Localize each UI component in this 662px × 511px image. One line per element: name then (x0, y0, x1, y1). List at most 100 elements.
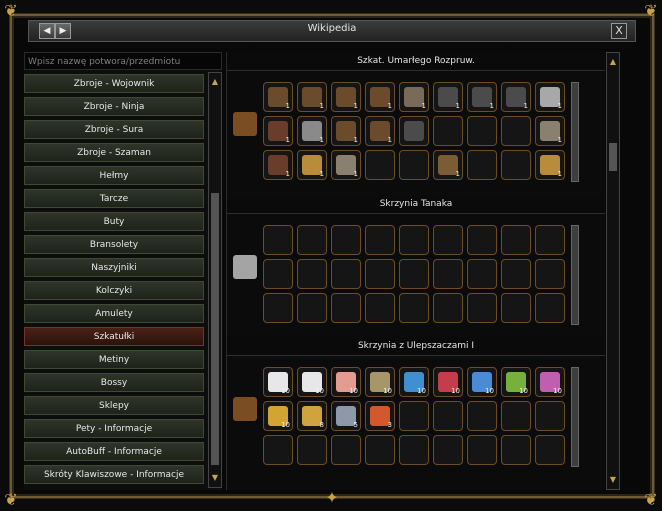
item-slot[interactable] (331, 259, 361, 289)
category-item[interactable]: AutoBuff - Informacje (24, 442, 204, 461)
item-slot[interactable]: 5 (331, 401, 361, 431)
item-slot[interactable]: 1 (331, 150, 361, 180)
item-slot[interactable] (501, 225, 531, 255)
section-scrollbar[interactable] (571, 367, 579, 467)
item-slot[interactable]: 10 (263, 367, 293, 397)
item-slot[interactable] (263, 225, 293, 255)
section-scrollbar[interactable] (571, 225, 579, 325)
item-slot[interactable]: 1 (399, 82, 429, 112)
item-slot[interactable] (535, 401, 565, 431)
item-slot[interactable]: 1 (467, 82, 497, 112)
category-item[interactable]: Bransolety (24, 235, 204, 254)
right-scrollbar[interactable]: ▲ ▼ (606, 52, 620, 490)
item-slot[interactable] (297, 435, 327, 465)
category-item[interactable]: Amulety (24, 304, 204, 323)
item-slot[interactable]: 1 (433, 82, 463, 112)
category-item[interactable]: Pety - Informacje (24, 419, 204, 438)
category-item[interactable]: Buty (24, 212, 204, 231)
search-input[interactable]: Wpisz nazwę potwora/przedmiotu (24, 52, 222, 70)
item-slot[interactable]: 1 (535, 150, 565, 180)
category-item[interactable]: Szkatułki (24, 327, 204, 346)
item-slot[interactable] (331, 225, 361, 255)
item-slot[interactable] (365, 225, 395, 255)
item-slot[interactable] (263, 435, 293, 465)
item-slot[interactable] (433, 435, 463, 465)
item-slot[interactable] (501, 435, 531, 465)
scroll-down-icon[interactable]: ▼ (608, 475, 618, 485)
category-item[interactable]: Bossy (24, 373, 204, 392)
item-slot[interactable] (263, 293, 293, 323)
item-slot[interactable] (399, 259, 429, 289)
item-slot[interactable]: 1 (535, 82, 565, 112)
item-slot[interactable] (535, 293, 565, 323)
item-slot[interactable] (467, 150, 497, 180)
item-slot[interactable] (501, 401, 531, 431)
item-slot[interactable]: 1 (297, 116, 327, 146)
item-slot[interactable]: 3 (365, 401, 395, 431)
item-slot[interactable]: 10 (263, 401, 293, 431)
scroll-down-icon[interactable]: ▼ (210, 473, 220, 483)
item-slot[interactable] (297, 225, 327, 255)
item-slot[interactable]: 1 (535, 116, 565, 146)
item-slot[interactable] (399, 293, 429, 323)
item-slot[interactable] (399, 116, 429, 146)
category-item[interactable]: Zbroje - Sura (24, 120, 204, 139)
item-slot[interactable] (399, 150, 429, 180)
item-slot[interactable] (535, 259, 565, 289)
item-slot[interactable]: 10 (331, 367, 361, 397)
scroll-up-icon[interactable]: ▲ (210, 77, 220, 87)
right-scroll-thumb[interactable] (609, 143, 617, 171)
item-slot[interactable] (467, 225, 497, 255)
item-slot[interactable] (365, 150, 395, 180)
item-slot[interactable] (331, 293, 361, 323)
category-item[interactable]: Kolczyki (24, 281, 204, 300)
item-slot[interactable] (365, 293, 395, 323)
item-slot[interactable] (399, 401, 429, 431)
item-slot[interactable]: 10 (365, 367, 395, 397)
item-slot[interactable] (433, 259, 463, 289)
item-slot[interactable]: 1 (365, 82, 395, 112)
item-slot[interactable] (501, 259, 531, 289)
item-slot[interactable] (535, 435, 565, 465)
scroll-up-icon[interactable]: ▲ (608, 57, 618, 67)
item-slot[interactable] (467, 401, 497, 431)
section-scrollbar[interactable] (571, 82, 579, 182)
item-slot[interactable] (297, 293, 327, 323)
item-slot[interactable] (433, 401, 463, 431)
item-slot[interactable] (467, 435, 497, 465)
item-slot[interactable] (467, 259, 497, 289)
category-item[interactable]: Metiny (24, 350, 204, 369)
item-slot[interactable] (433, 225, 463, 255)
item-slot[interactable] (365, 259, 395, 289)
item-slot[interactable] (535, 225, 565, 255)
item-slot[interactable]: 1 (263, 150, 293, 180)
item-slot[interactable]: 8 (297, 401, 327, 431)
category-item[interactable]: Skróty Klawiszowe - Informacje (24, 465, 204, 484)
close-button[interactable]: X (611, 23, 627, 39)
item-slot[interactable]: 10 (297, 367, 327, 397)
category-item[interactable]: Zbroje - Ninja (24, 97, 204, 116)
left-scroll-thumb[interactable] (211, 193, 219, 465)
category-item[interactable]: Zbroje - Szaman (24, 143, 204, 162)
item-slot[interactable] (433, 293, 463, 323)
item-slot[interactable] (501, 293, 531, 323)
item-slot[interactable] (399, 225, 429, 255)
item-slot[interactable]: 10 (433, 367, 463, 397)
item-slot[interactable]: 1 (331, 82, 361, 112)
item-slot[interactable] (467, 116, 497, 146)
category-item[interactable]: Sklepy (24, 396, 204, 415)
item-slot[interactable] (263, 259, 293, 289)
item-slot[interactable] (365, 435, 395, 465)
item-slot[interactable] (501, 150, 531, 180)
category-item[interactable]: Zbroje - Wojownik (24, 74, 204, 93)
item-slot[interactable]: 1 (263, 116, 293, 146)
left-scrollbar[interactable]: ▲ ▼ (208, 72, 222, 488)
item-slot[interactable]: 1 (433, 150, 463, 180)
category-item[interactable]: Tarcze (24, 189, 204, 208)
item-slot[interactable] (433, 116, 463, 146)
item-slot[interactable]: 1 (297, 82, 327, 112)
item-slot[interactable] (467, 293, 497, 323)
item-slot[interactable]: 1 (501, 82, 531, 112)
item-slot[interactable]: 10 (399, 367, 429, 397)
category-item[interactable]: Hełmy (24, 166, 204, 185)
